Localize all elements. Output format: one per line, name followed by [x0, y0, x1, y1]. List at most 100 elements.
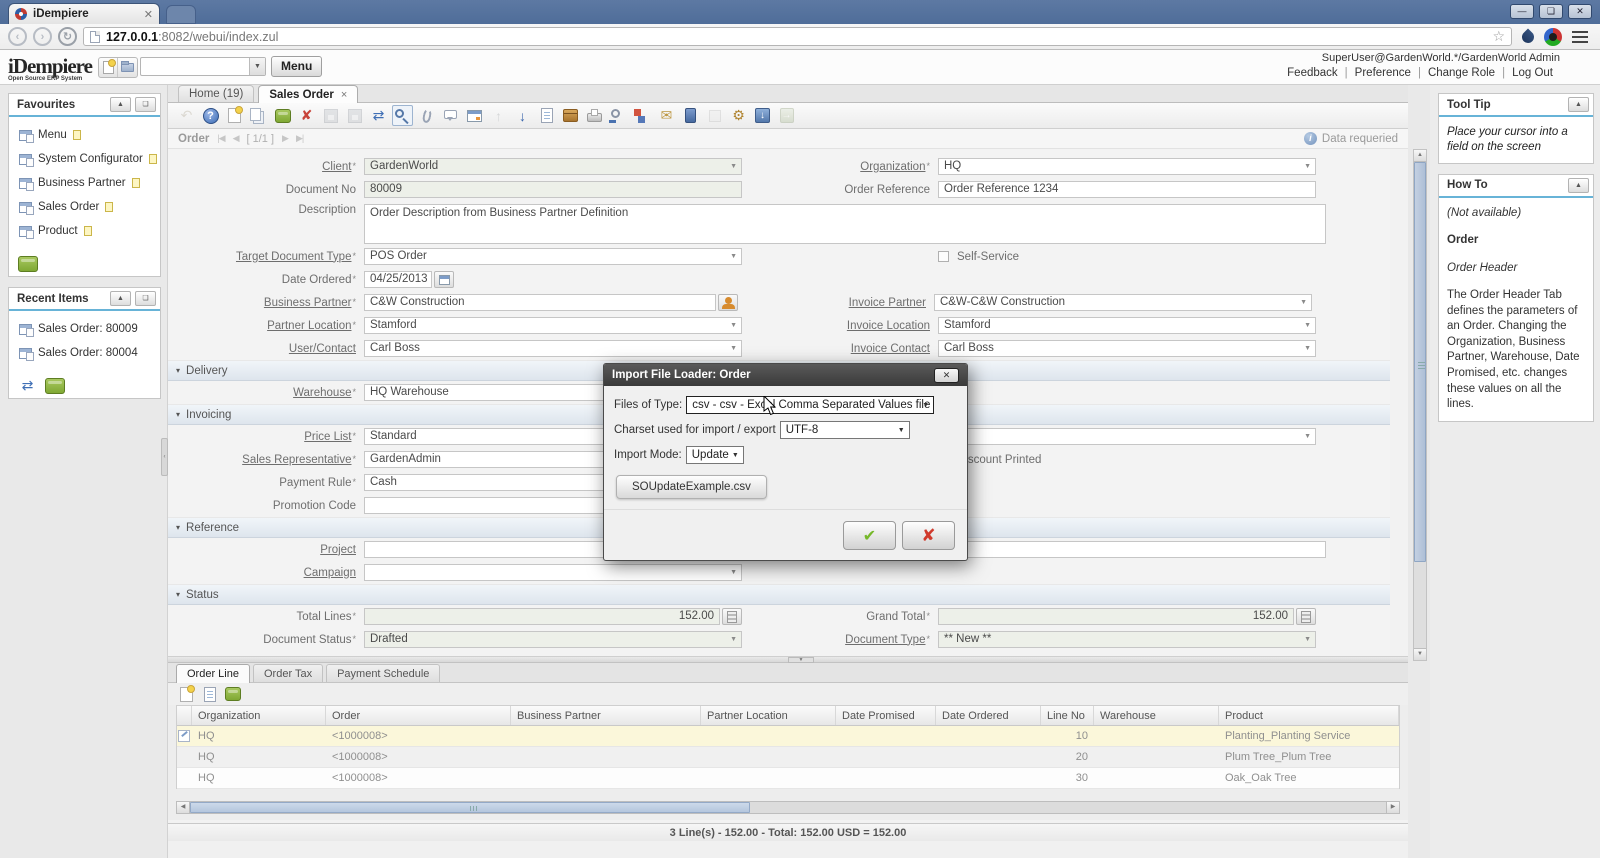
restore-icon[interactable]: ❏	[1539, 4, 1563, 19]
url-bar[interactable]: 127.0.0.1:8082/webui/index.zul ☆	[83, 27, 1512, 46]
browser-tab[interactable]: iDempiere ✕	[8, 3, 160, 24]
report-icon[interactable]	[536, 105, 557, 126]
chat-icon[interactable]	[440, 105, 461, 126]
browser-menu-icon[interactable]	[1572, 31, 1588, 43]
close-window-icon[interactable]: ✕	[1568, 4, 1592, 19]
attachment-icon[interactable]	[416, 105, 437, 126]
cancel-button[interactable]: ✘	[902, 521, 955, 550]
document-status-select[interactable]: Drafted	[364, 631, 742, 648]
files-of-type-select[interactable]: csv - csv - Excel Comma Separated Values…	[686, 396, 934, 414]
ignore-changes-icon[interactable]	[272, 105, 293, 126]
trash-icon[interactable]	[44, 375, 65, 396]
new-line-icon[interactable]	[176, 684, 197, 705]
invoice-partner-select[interactable]: C&W-C&W Construction	[934, 294, 1312, 311]
scrollbar-thumb[interactable]	[190, 802, 750, 813]
header-link-preference[interactable]: Preference	[1355, 67, 1411, 79]
back-icon[interactable]: ‹	[8, 27, 27, 46]
charset-used-for-import-export-select[interactable]: UTF-8	[780, 421, 910, 439]
forward-icon[interactable]: ›	[33, 27, 52, 46]
column-header-business-partner[interactable]: Business Partner	[511, 706, 701, 725]
campaign-label[interactable]: Campaign	[168, 567, 364, 579]
collapse-panel-icon[interactable]: ▲	[110, 97, 131, 112]
import-mode-select[interactable]: Update	[686, 446, 744, 464]
table-row[interactable]: HQ<1000008>30Oak_Oak Tree	[177, 768, 1399, 789]
favourite-item-system-configurator[interactable]: System Configurator	[11, 147, 158, 171]
scroll-left-icon[interactable]: ◀	[177, 802, 190, 813]
zoom-across-icon[interactable]	[608, 105, 629, 126]
document-type-select[interactable]: ** New **	[938, 631, 1316, 648]
collapse-panel-icon[interactable]: ▲	[110, 291, 131, 306]
organization-label[interactable]: Organization*	[742, 161, 938, 173]
column-header-date-promised[interactable]: Date Promised	[836, 706, 936, 725]
scroll-up-icon[interactable]: ▲	[1414, 150, 1426, 162]
chevron-down-icon[interactable]: ▼	[249, 58, 265, 75]
scrollbar-thumb[interactable]	[1414, 162, 1426, 562]
favourite-item-product[interactable]: Product	[11, 219, 158, 243]
section-status[interactable]: ▾Status	[168, 584, 1390, 605]
user-contact-select[interactable]: Carl Boss	[364, 340, 742, 357]
trash-icon[interactable]	[17, 253, 38, 274]
client-label[interactable]: Client*	[168, 161, 364, 173]
bookmark-star-icon[interactable]: ☆	[1492, 28, 1505, 45]
column-header-partner-location[interactable]: Partner Location	[701, 706, 836, 725]
project-label[interactable]: Project	[168, 544, 364, 556]
business-partner-field[interactable]: C&W Construction	[364, 294, 716, 311]
total-lines-field[interactable]: 152.00	[364, 608, 720, 625]
header-link-change-role[interactable]: Change Role	[1428, 67, 1495, 79]
close-tab-icon[interactable]: ×	[341, 89, 347, 101]
west-collapse-handle[interactable]: ‹	[161, 438, 168, 476]
quick-search-combo[interactable]: ▼	[140, 57, 266, 76]
sales-representative-label[interactable]: Sales Representative*	[168, 454, 364, 466]
description-textarea[interactable]: Order Description from Business Partner …	[364, 204, 1326, 244]
process-icon[interactable]: ⚙	[728, 105, 749, 126]
self-service-checkbox[interactable]	[938, 251, 949, 262]
minimize-icon[interactable]: —	[1510, 4, 1534, 19]
archive-icon[interactable]	[560, 105, 581, 126]
price-list-label[interactable]: Price List*	[168, 431, 364, 443]
new-record-icon[interactable]	[224, 105, 245, 126]
column-header-line-no[interactable]: Line No	[1041, 706, 1094, 725]
invoice-location-label[interactable]: Invoice Location	[742, 320, 938, 332]
horizontal-scrollbar[interactable]: ◀ ▶	[176, 801, 1400, 814]
favourite-item-sales-order[interactable]: Sales Order	[11, 195, 158, 219]
grand-total-field[interactable]: 152.00	[938, 608, 1294, 625]
scroll-right-icon[interactable]: ▶	[1386, 802, 1399, 813]
splitter[interactable]: ▼	[168, 656, 1408, 663]
open-window-button[interactable]	[118, 58, 137, 77]
maximize-panel-icon[interactable]: ❏	[135, 97, 156, 112]
document-no-field[interactable]: 80009	[364, 181, 742, 198]
header-link-log-out[interactable]: Log Out	[1512, 67, 1553, 79]
customize-grid-icon[interactable]	[199, 684, 220, 705]
column-header-date-ordered[interactable]: Date Ordered	[936, 706, 1041, 725]
grid-toggle-icon[interactable]	[464, 105, 485, 126]
invoice-contact-select[interactable]: Carl Boss	[938, 340, 1316, 357]
requery-icon[interactable]: ⇄	[368, 105, 389, 126]
recent-item-sales-order-80009[interactable]: Sales Order: 80009	[11, 317, 158, 341]
invoice-contact-label[interactable]: Invoice Contact	[742, 343, 938, 355]
collapse-panel-icon[interactable]: ▲	[1568, 178, 1589, 193]
document-type-label[interactable]: Document Type*	[742, 634, 938, 646]
new-tab-button[interactable]	[166, 5, 196, 24]
target-document-type-label[interactable]: Target Document Type*	[168, 251, 364, 263]
help-icon[interactable]: ?	[200, 105, 221, 126]
table-row[interactable]: HQ<1000008>10Planting_Planting Service	[177, 726, 1399, 747]
hidden-field-fragment-select[interactable]	[938, 428, 1316, 445]
browser-logo-icon[interactable]	[1544, 28, 1562, 46]
date-ordered-field[interactable]: 04/25/2013	[364, 271, 432, 288]
choose-file-button[interactable]: SOUpdateExample.csv	[616, 475, 767, 499]
column-header-organization[interactable]: Organization	[192, 706, 326, 725]
vertical-scrollbar[interactable]: ▲ ▼	[1413, 149, 1427, 661]
invoice-location-select[interactable]: Stamford	[938, 317, 1316, 334]
campaign-select[interactable]	[364, 564, 742, 581]
partner-location-label[interactable]: Partner Location*	[168, 320, 364, 332]
column-header-order[interactable]: Order	[326, 706, 511, 725]
warehouse-label[interactable]: Warehouse*	[168, 387, 364, 399]
organization-select[interactable]: HQ	[938, 158, 1316, 175]
business-partner-label[interactable]: Business Partner*	[168, 297, 364, 309]
find-record-icon[interactable]	[392, 105, 413, 126]
requests-icon[interactable]: ✉	[656, 105, 677, 126]
export-icon[interactable]: ↓	[752, 105, 773, 126]
collapse-panel-icon[interactable]: ▲	[1568, 97, 1589, 112]
favourite-item-menu[interactable]: Menu	[11, 123, 158, 147]
column-header-warehouse[interactable]: Warehouse	[1094, 706, 1219, 725]
